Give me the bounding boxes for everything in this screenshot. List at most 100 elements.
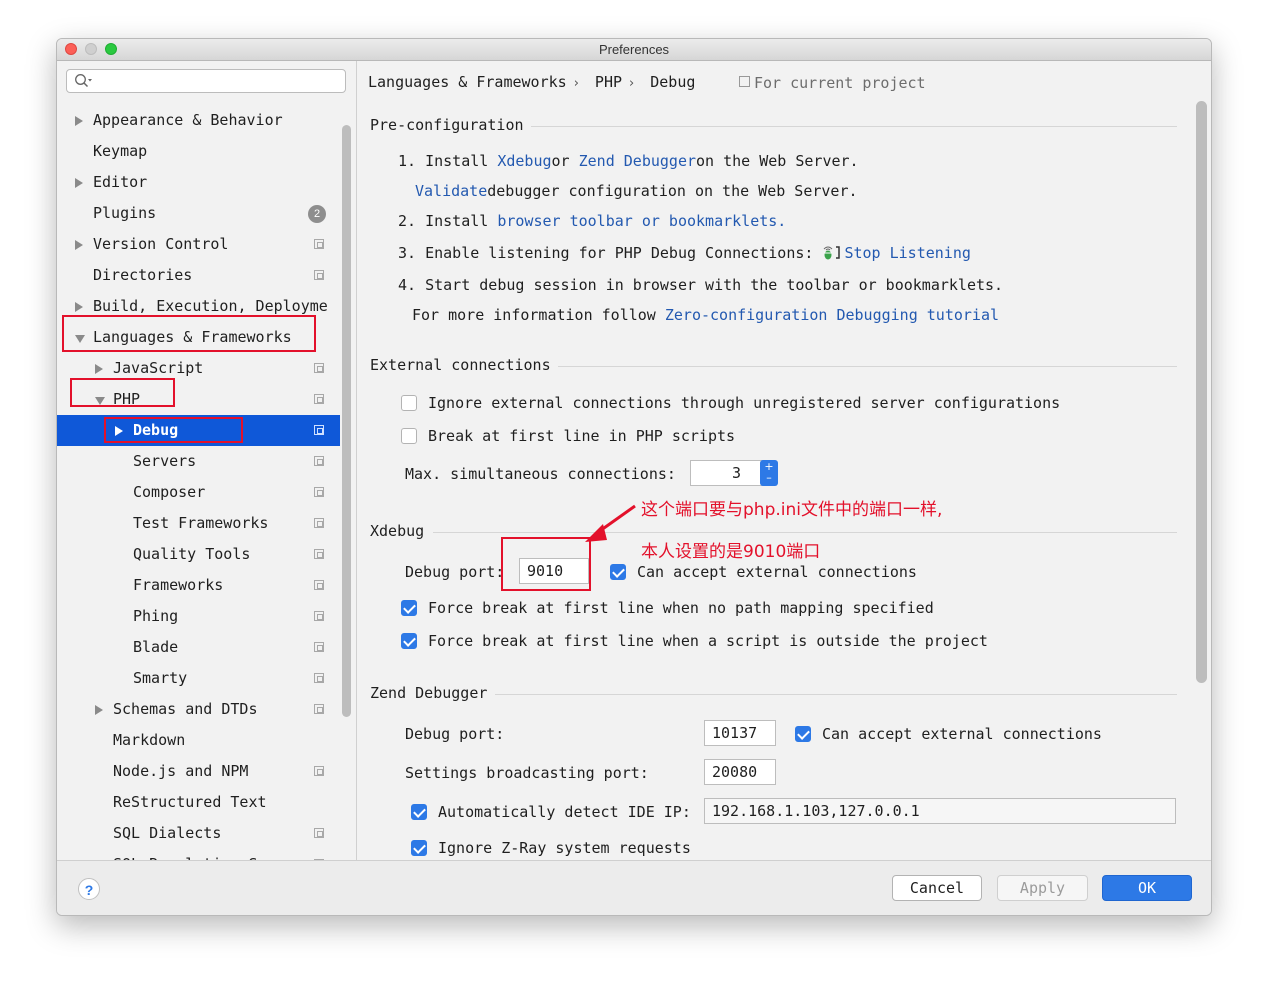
sidebar-item-appearance-behavior[interactable]: Appearance & Behavior <box>57 105 340 136</box>
step-text: 3. Enable listening for PHP Debug Connec… <box>398 244 814 262</box>
stop-listening-link[interactable]: Stop Listening <box>844 244 970 262</box>
sidebar-item-version-control[interactable]: Version Control <box>57 229 340 260</box>
sidebar-item-plugins[interactable]: Plugins 2 <box>57 198 340 229</box>
sidebar-item-label: Frameworks <box>133 576 224 594</box>
listen-debug-connections-icon <box>824 246 841 260</box>
spinner-down-icon[interactable]: – <box>760 472 778 486</box>
help-button[interactable]: ? <box>78 878 100 900</box>
sidebar-item-frameworks[interactable]: Frameworks <box>57 570 340 601</box>
sidebar-item-label: Schemas and DTDs <box>113 700 258 718</box>
section-title-zend: Zend Debugger <box>370 684 488 702</box>
search-icon <box>75 74 92 88</box>
section-divider <box>495 694 1177 695</box>
max-connections-spinner[interactable]: + – <box>760 460 778 486</box>
collapsed-arrow-icon[interactable] <box>75 178 83 188</box>
broadcast-port-label: Settings broadcasting port: <box>405 764 649 782</box>
sidebar-item-sql-dialects[interactable]: SQL Dialects <box>57 818 340 849</box>
xdebug-accept-external-label: Can accept external connections <box>637 563 917 581</box>
ok-button[interactable]: OK <box>1102 875 1192 901</box>
auto-detect-ip-checkbox[interactable] <box>411 804 427 820</box>
scope-label: For current project <box>754 74 926 92</box>
sidebar-item-phing[interactable]: Phing <box>57 601 340 632</box>
title-bar: Preferences <box>57 39 1211 61</box>
breadcrumb-separator: › <box>629 76 635 91</box>
xdebug-port-label: Debug port: <box>405 563 505 581</box>
section-divider <box>531 126 1177 127</box>
force-break-outside-project-checkbox[interactable] <box>401 633 417 649</box>
sidebar-item-keymap[interactable]: Keymap <box>57 136 340 167</box>
annotation-text-line1: 这个端口要与php.ini文件中的端口一样, <box>641 500 943 520</box>
collapsed-arrow-icon[interactable] <box>95 705 103 715</box>
breadcrumb-item: Debug <box>650 73 696 91</box>
dialog-footer: ? Cancel Apply OK <box>57 860 1211 915</box>
sidebar-item-directories[interactable]: Directories <box>57 260 340 291</box>
section-title-external: External connections <box>370 356 551 374</box>
ide-ip-input[interactable]: 192.168.1.103,127.0.0.1 <box>704 798 1176 824</box>
force-break-outside-project-label: Force break at first line when a script … <box>428 632 988 650</box>
sidebar-item-label: Plugins <box>93 204 157 222</box>
sidebar-item-label: Composer <box>133 483 206 501</box>
sidebar-item-schemas-and-dtds[interactable]: Schemas and DTDs <box>57 694 340 725</box>
xdebug-link[interactable]: Xdebug <box>497 152 551 170</box>
sidebar-scrollbar[interactable] <box>342 125 351 717</box>
collapsed-arrow-icon[interactable] <box>75 240 83 250</box>
zero-config-tutorial-link[interactable]: Zero-configuration Debugging tutorial <box>665 306 999 324</box>
step-text: or <box>551 152 570 170</box>
highlight-php <box>70 378 175 407</box>
project-scope-icon <box>314 487 324 497</box>
max-connections-label: Max. simultaneous connections: <box>405 465 676 483</box>
annotation-text-line2: 本人设置的是9010端口 <box>641 542 821 562</box>
sidebar-item-markdown[interactable]: Markdown <box>57 725 340 756</box>
zend-accept-external-checkbox[interactable] <box>795 726 811 742</box>
sidebar-item-label: Test Frameworks <box>133 514 269 532</box>
breadcrumb-item: Languages & Frameworks <box>368 73 567 91</box>
sidebar-item-node-js-and-npm[interactable]: Node.js and NPM <box>57 756 340 787</box>
xdebug-accept-external-checkbox[interactable] <box>610 564 626 580</box>
preconfig-step-2: 2. Install browser toolbar or bookmarkle… <box>398 212 786 230</box>
section-divider <box>558 366 1177 367</box>
sidebar-item-label: SQL Dialects <box>113 824 222 842</box>
settings-content: Languages & Frameworks › PHP › Debug For c… <box>357 61 1211 860</box>
project-scope-icon <box>314 642 324 652</box>
sidebar-item-label: Blade <box>133 638 179 656</box>
preconfig-validate: Validatedebugger configuration on the We… <box>415 182 858 200</box>
project-scope-icon <box>739 76 750 87</box>
ignore-external-connections-checkbox[interactable] <box>401 395 417 411</box>
sidebar-item-composer[interactable]: Composer <box>57 477 340 508</box>
content-scrollbar[interactable] <box>1196 101 1207 683</box>
collapsed-arrow-icon[interactable] <box>75 302 83 312</box>
zend-port-input[interactable]: 10137 <box>704 720 776 746</box>
project-scope-icon <box>314 270 324 280</box>
zend-debugger-link[interactable]: Zend Debugger <box>579 152 696 170</box>
sidebar-item-quality-tools[interactable]: Quality Tools <box>57 539 340 570</box>
sidebar-item-editor[interactable]: Editor <box>57 167 340 198</box>
sidebar-item-label: Phing <box>133 607 179 625</box>
break-first-line-label: Break at first line in PHP scripts <box>428 427 736 445</box>
search-input[interactable] <box>66 69 346 93</box>
breadcrumb-item: PHP <box>594 73 623 91</box>
annotation-arrow <box>585 504 636 542</box>
project-scope-icon <box>314 611 324 621</box>
sidebar-item-servers[interactable]: Servers <box>57 446 340 477</box>
force-break-no-mapping-checkbox[interactable] <box>401 600 417 616</box>
collapsed-arrow-icon[interactable] <box>75 116 83 126</box>
sidebar-item-test-frameworks[interactable]: Test Frameworks <box>57 508 340 539</box>
break-first-line-checkbox[interactable] <box>401 428 417 444</box>
sidebar-item-label: Directories <box>93 266 193 284</box>
project-scope-icon <box>314 673 324 683</box>
cancel-button[interactable]: Cancel <box>892 875 982 901</box>
ignore-zray-label: Ignore Z-Ray system requests <box>438 839 691 857</box>
sidebar-item-restructured-text[interactable]: ReStructured Text <box>57 787 340 818</box>
max-connections-input[interactable]: 3 <box>690 460 769 486</box>
broadcast-port-input[interactable]: 20080 <box>704 759 776 785</box>
validate-link[interactable]: Validate <box>415 182 487 200</box>
browser-toolbar-link[interactable]: browser toolbar or bookmarklets. <box>497 212 786 230</box>
collapsed-arrow-icon[interactable] <box>95 364 103 374</box>
sidebar-item-blade[interactable]: Blade <box>57 632 340 663</box>
apply-button[interactable]: Apply <box>997 875 1088 901</box>
breadcrumb: Languages & Frameworks › PHP › Debug <box>368 73 702 91</box>
sidebar-item-label: Editor <box>93 173 148 191</box>
project-scope-icon <box>314 580 324 590</box>
ignore-zray-checkbox[interactable] <box>411 840 427 856</box>
sidebar-item-smarty[interactable]: Smarty <box>57 663 340 694</box>
